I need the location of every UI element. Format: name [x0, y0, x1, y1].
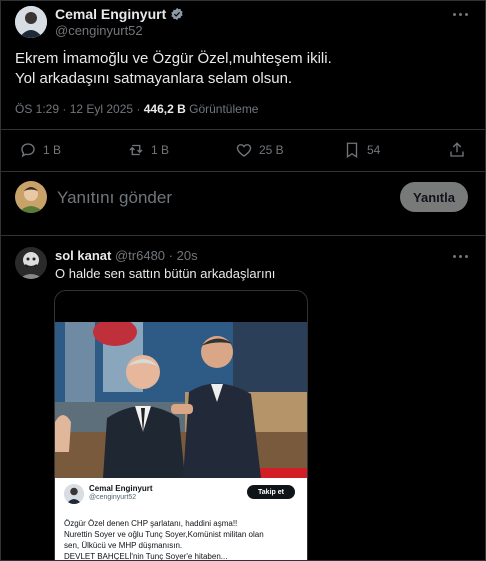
tweet-text-line: Ekrem İmamoğlu ve Özgür Özel,muhteşem ik… — [15, 50, 332, 67]
tweet-meta: ÖS 1:29 · 12 Eyl 2025 · 446,2 B Görüntül… — [15, 102, 258, 116]
author-name[interactable]: Cemal Enginyurt — [55, 6, 184, 22]
views-label: Görüntüleme — [185, 102, 259, 116]
tweet-timestamp[interactable]: ÖS 1:29 · 12 Eyl 2025 · — [15, 102, 144, 116]
reply-media[interactable]: Cemal Enginyurt @cenginyurt52 Takip et Ö… — [54, 290, 308, 561]
retweet-button[interactable]: 1 B — [127, 141, 169, 159]
divider — [1, 171, 485, 172]
embedded-photo — [55, 322, 307, 478]
retweet-icon — [129, 144, 143, 156]
more-options-icon[interactable] — [453, 7, 473, 21]
reply-more-options-icon[interactable] — [453, 251, 473, 261]
reply-text: O halde sen sattın bütün arkadaşlarını — [55, 266, 276, 281]
reply-author-name[interactable]: sol kanat — [55, 248, 111, 263]
tweet-text: Ekrem İmamoğlu ve Özgür Özel,muhteşem ik… — [15, 49, 332, 89]
reply-header: sol kanat @tr6480 · 20s — [55, 248, 198, 263]
divider — [1, 235, 485, 236]
embedded-tweet-text: Özgür Özel denen CHP şarlatanı, haddini … — [64, 518, 302, 561]
embedded-tweet-card: Cemal Enginyurt @cenginyurt52 Takip et Ö… — [55, 478, 307, 561]
bookmark-button[interactable]: 54 — [343, 141, 380, 159]
reply-timestamp[interactable]: · 20s — [169, 248, 198, 263]
embedded-text-line: sen, Ülkücü ve MHP düşmanısın. — [64, 541, 183, 550]
reply-submit-button[interactable]: Yanıtla — [400, 182, 468, 212]
bookmark-count: 54 — [367, 143, 381, 157]
like-count: 25 B — [259, 143, 284, 157]
embedded-author-handle: @cenginyurt52 — [89, 494, 137, 501]
embedded-author-avatar — [64, 484, 84, 504]
reply-icon — [21, 143, 35, 158]
reply-input[interactable]: Yanıtını gönder — [57, 188, 172, 208]
retweet-count: 1 B — [151, 143, 170, 157]
author-handle[interactable]: @cenginyurt52 — [55, 23, 143, 38]
verified-badge-icon — [171, 7, 183, 21]
embedded-text-line: Nurettin Soyer ve oğlu Tunç Soyer,Komüni… — [64, 530, 264, 539]
reply-count: 1 B — [43, 143, 62, 157]
reply-button[interactable]: 1 B — [19, 141, 61, 159]
views-count[interactable]: 446,2 B — [144, 102, 186, 116]
embedded-text-line: DEVLET BAHÇELİ'nin Tunç Soyer'e hitaben.… — [64, 552, 228, 561]
embedded-author-name: Cemal Enginyurt — [89, 484, 153, 493]
post-detail: Cemal Enginyurt @cenginyurt52 Ekrem İmam… — [0, 0, 486, 561]
like-button[interactable]: 25 B — [235, 141, 284, 159]
reply-author-handle[interactable]: @tr6480 — [115, 248, 165, 263]
reply-author-avatar[interactable] — [15, 247, 47, 279]
bookmark-icon — [346, 142, 358, 159]
heart-icon — [236, 144, 252, 157]
share-icon — [450, 142, 464, 157]
tweet-text-line: Yol arkadaşını satmayanlara selam olsun. — [15, 70, 293, 87]
divider — [1, 129, 485, 130]
embedded-text-line: Özgür Özel denen CHP şarlatanı, haddini … — [64, 519, 238, 528]
share-button[interactable] — [448, 141, 466, 159]
embedded-follow-button: Takip et — [247, 485, 295, 499]
author-avatar[interactable] — [15, 6, 47, 38]
user-avatar[interactable] — [15, 181, 47, 213]
author-name-text[interactable]: Cemal Enginyurt — [55, 6, 166, 22]
